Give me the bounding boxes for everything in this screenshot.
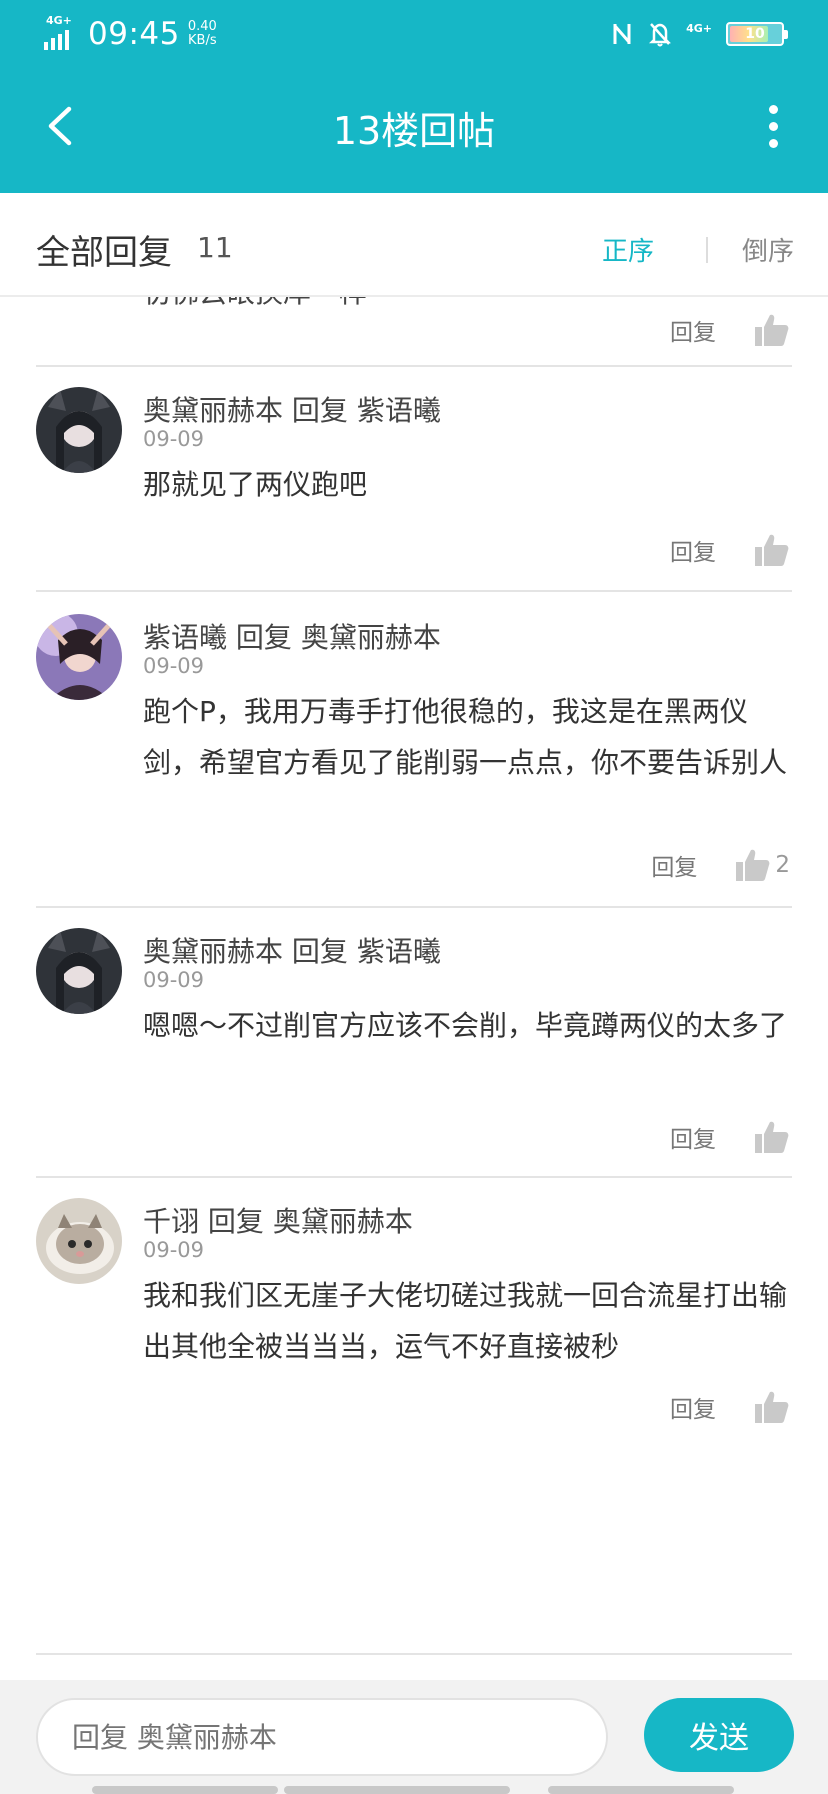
reply-list: 彷佛云眼换岸一样 回复 奥黛丽赫本 回复 紫语曦 09-09 那就见了两仪跑吧 …: [0, 297, 828, 1680]
thumbs-up-icon: [736, 849, 770, 881]
reply-bar: 发送: [0, 1680, 828, 1794]
reply-button[interactable]: 回复: [670, 533, 716, 567]
avatar[interactable]: [36, 1198, 122, 1284]
reply-input[interactable]: [36, 1698, 608, 1776]
reply-target[interactable]: 奥黛丽赫本: [301, 621, 441, 654]
reply-action: 回复: [235, 621, 292, 654]
sort-desc-button[interactable]: 倒序: [742, 231, 794, 268]
sort-divider: [705, 236, 708, 263]
reply-date: 09-09: [143, 654, 205, 678]
speed-unit: KB/s: [188, 33, 217, 48]
sort-asc-button[interactable]: 正序: [602, 231, 654, 268]
like-button[interactable]: [752, 1388, 790, 1426]
reply-item: 紫语曦 回复 奥黛丽赫本 09-09 跑个P，我用万毒手打他很稳的，我这是在黑两…: [0, 590, 828, 906]
app-bar: 13楼回帖: [0, 66, 828, 193]
like-button[interactable]: [752, 1118, 790, 1156]
top-bar: 4G+ 09:45 0.40 KB/s 4G+ 10 13楼回帖: [0, 0, 828, 193]
nav-indicator: [284, 1786, 510, 1794]
like-button[interactable]: [752, 531, 790, 569]
reply-content: 那就见了两仪跑吧: [143, 468, 368, 501]
signal-icon: 4G+: [44, 14, 78, 54]
reply-date: 09-09: [143, 1238, 205, 1262]
network-label-right: 4G+: [686, 21, 712, 35]
reply-button[interactable]: 回复: [670, 313, 716, 347]
more-button[interactable]: [758, 96, 788, 156]
reply-item: 奥黛丽赫本 回复 紫语曦 09-09 那就见了两仪跑吧 回复: [0, 365, 828, 590]
speed-value: 0.40: [187, 19, 217, 34]
reply-item: 奥黛丽赫本 回复 紫语曦 09-09 嗯嗯～不过削官方应该不会削，毕竟蹲两仪的太…: [0, 906, 828, 1176]
nav-indicator: [92, 1786, 278, 1794]
replies-header: 全部回复 11 正序 倒序: [0, 193, 828, 297]
divider: [36, 1653, 792, 1655]
avatar[interactable]: [36, 387, 122, 473]
reply-action: 回复: [291, 935, 348, 968]
partial-reply-actions: 回复: [670, 311, 790, 349]
reply-user[interactable]: 奥黛丽赫本: [143, 935, 283, 968]
reply-content: 嗯嗯～不过削官方应该不会削，毕竟蹲两仪的太多了: [143, 1009, 788, 1042]
avatar[interactable]: [36, 928, 122, 1014]
reply-item: 千诩 回复 奥黛丽赫本 09-09 我和我们区无崖子大佬切磋过我就一回合流星打出…: [0, 1176, 828, 1446]
like-button[interactable]: [752, 311, 790, 349]
clock: 09:45: [88, 16, 180, 52]
reply-content: 跑个P，我用万毒手打他很稳的，我这是在黑两仪剑，希望官方看见了能削弱一点点，你不…: [143, 695, 788, 779]
thumbs-up-icon: [755, 1121, 789, 1153]
status-left: 4G+ 09:45 0.40 KB/s: [44, 12, 217, 56]
partial-reply-content: 彷佛云眼换岸一样: [143, 297, 367, 311]
reply-button[interactable]: 回复: [670, 1120, 716, 1154]
mute-bell-icon: [649, 23, 672, 47]
reply-target[interactable]: 奥黛丽赫本: [273, 1205, 413, 1238]
reply-header: 奥黛丽赫本 回复 紫语曦: [143, 930, 441, 970]
reply-user[interactable]: 紫语曦: [143, 621, 227, 654]
nfc-icon: [613, 24, 631, 44]
thumbs-up-icon: [755, 1391, 789, 1423]
all-replies-title: 全部回复: [36, 233, 172, 273]
reply-target[interactable]: 紫语曦: [357, 394, 441, 427]
reply-date: 09-09: [143, 968, 205, 992]
page-title: 13楼回帖: [332, 109, 496, 153]
reply-user[interactable]: 奥黛丽赫本: [143, 394, 283, 427]
like-count: 2: [775, 852, 790, 878]
reply-count: 11: [197, 231, 233, 264]
reply-action: 回复: [207, 1205, 264, 1238]
reply-actions: 回复 2: [651, 846, 790, 884]
reply-content: 我和我们区无崖子大佬切磋过我就一回合流星打出输出其他全被当当当，运气不好直接被秒: [143, 1279, 788, 1363]
network-speed: 0.40 KB/s: [188, 20, 217, 48]
reply-button[interactable]: 回复: [651, 848, 697, 882]
reply-header: 千诩 回复 奥黛丽赫本: [143, 1200, 413, 1240]
thumbs-up-icon: [755, 534, 789, 566]
nav-indicator: [548, 1786, 734, 1794]
reply-action: 回复: [291, 394, 348, 427]
avatar[interactable]: [36, 614, 122, 700]
send-button[interactable]: 发送: [644, 1698, 794, 1772]
reply-date: 09-09: [143, 427, 205, 451]
like-button[interactable]: 2: [733, 846, 790, 884]
reply-button[interactable]: 回复: [670, 1390, 716, 1424]
reply-actions: 回复: [670, 531, 790, 569]
more-vertical-icon: [768, 104, 778, 114]
battery-icon: 10: [726, 22, 788, 46]
network-label: 4G+: [46, 14, 72, 27]
reply-actions: 回复: [670, 1388, 790, 1426]
status-right: 4G+ 10: [610, 14, 788, 54]
status-bar: 4G+ 09:45 0.40 KB/s 4G+ 10: [0, 0, 828, 66]
reply-header: 紫语曦 回复 奥黛丽赫本: [143, 616, 441, 656]
thumbs-up-icon: [755, 314, 789, 346]
reply-header: 奥黛丽赫本 回复 紫语曦: [143, 389, 441, 429]
sort-toggle: 正序 倒序: [602, 231, 794, 268]
reply-target[interactable]: 紫语曦: [357, 935, 441, 968]
reply-actions: 回复: [670, 1118, 790, 1156]
battery-level: 10: [745, 26, 765, 42]
reply-user[interactable]: 千诩: [143, 1205, 199, 1238]
